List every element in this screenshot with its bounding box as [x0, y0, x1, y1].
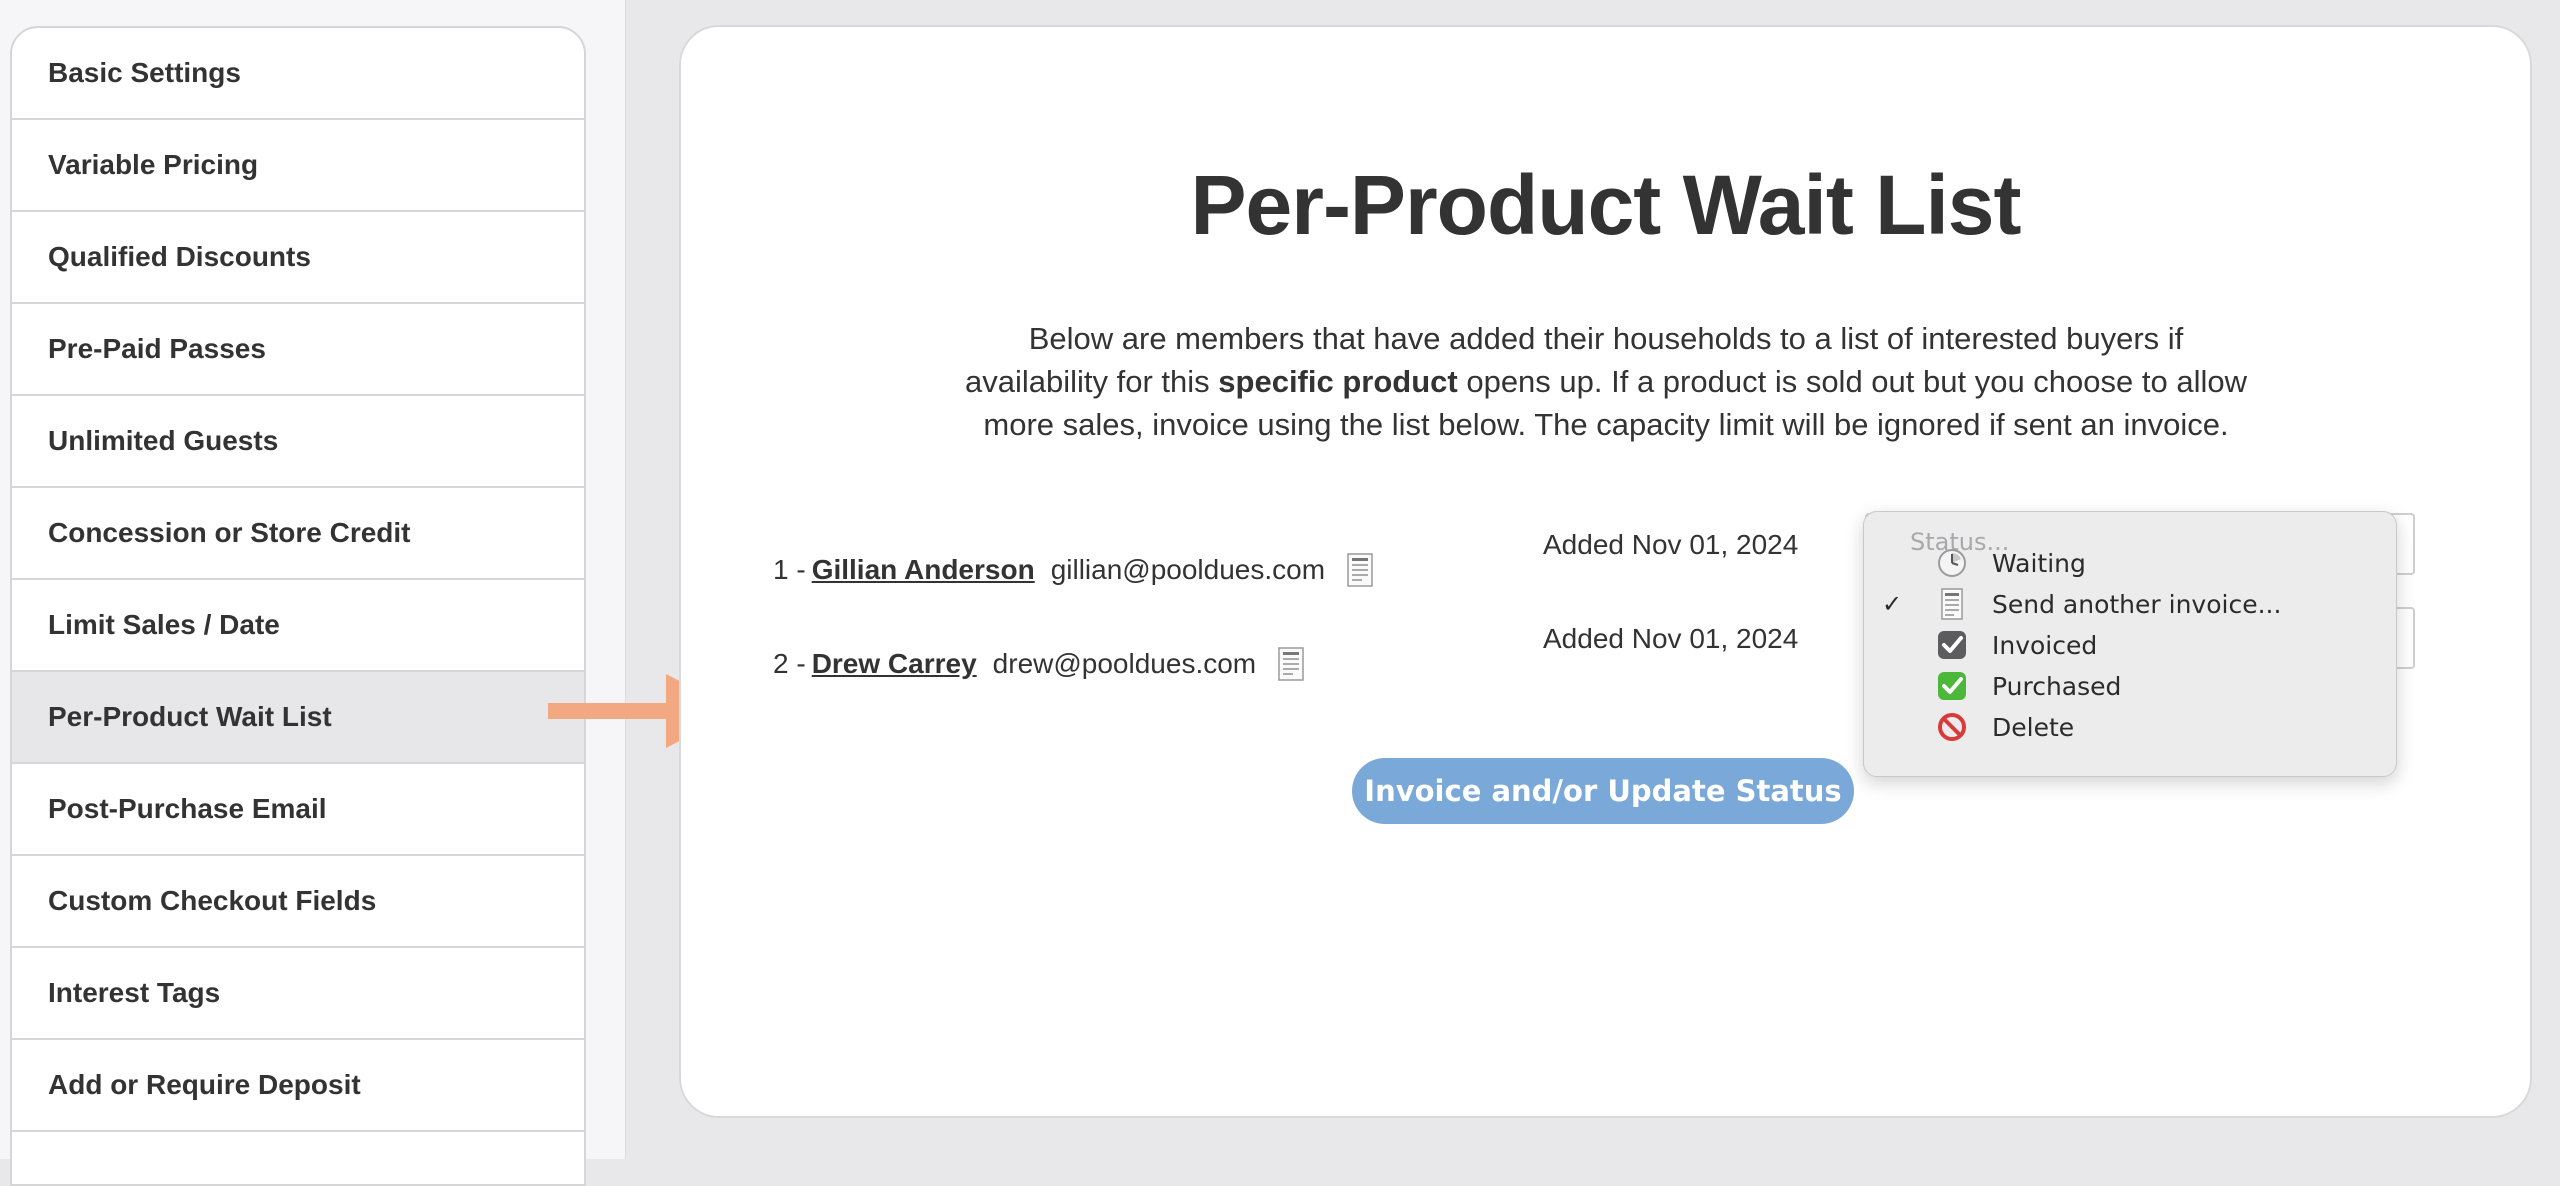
- sidebar-item-label: Limit Sales / Date: [48, 609, 280, 640]
- status-option-purchased[interactable]: Purchased: [1864, 666, 2396, 706]
- page-title: Per-Product Wait List: [1190, 158, 2022, 252]
- green-check-icon: [1938, 672, 1966, 700]
- receipt-icon: [1941, 588, 1963, 620]
- member-email: drew@pooldues.com: [992, 648, 1257, 679]
- sidebar-item-variable-pricing[interactable]: Variable Pricing: [12, 120, 584, 212]
- sidebar-item-qualified-discounts[interactable]: Qualified Discounts: [12, 212, 584, 304]
- sidebar-item-add-require-deposit[interactable]: Add or Require Deposit: [12, 1040, 584, 1132]
- status-option-waiting[interactable]: Waiting: [1864, 543, 2396, 583]
- invoice-update-status-button[interactable]: Invoice and/or Update Status: [1352, 758, 1854, 824]
- intro-emphasis: specific product: [1218, 364, 1458, 399]
- sidebar-item-label: Add or Require Deposit: [48, 1069, 361, 1100]
- sidebar-item-label: Unlimited Guests: [48, 425, 279, 456]
- member-name-link[interactable]: Drew Carrey: [812, 648, 977, 680]
- sidebar-item-label: Interest Tags: [48, 977, 221, 1008]
- status-option-delete[interactable]: Delete: [1864, 707, 2396, 747]
- sidebar-item-limit-sales-date[interactable]: Limit Sales / Date: [12, 580, 584, 672]
- checkmark-icon: ✓: [1882, 590, 1903, 618]
- status-option-send-another-invoice[interactable]: ✓ Send another invoice...: [1864, 584, 2396, 624]
- sidebar-item-label: Per-Product Wait List: [48, 701, 332, 732]
- receipt-icon: [1347, 553, 1373, 587]
- status-option-label: Send another invoice...: [1992, 589, 2282, 619]
- member-name-link[interactable]: Gillian Anderson: [812, 554, 1035, 586]
- intro-paragraph: Below are members that have added their …: [961, 317, 2251, 446]
- clock-icon: [1938, 549, 1966, 577]
- status-option-label: Purchased: [1992, 671, 2122, 701]
- status-option-label: Waiting: [1992, 548, 2086, 578]
- row-index: 2 -: [773, 648, 806, 679]
- sidebar-item-pre-paid-passes[interactable]: Pre-Paid Passes: [12, 304, 584, 396]
- sidebar-item-unlimited-guests[interactable]: Unlimited Guests: [12, 396, 584, 488]
- waitlist-row: 2 - Drew Carrey drew@pooldues.com: [773, 639, 1304, 689]
- sidebar-item-label: Custom Checkout Fields: [48, 885, 377, 916]
- status-option-invoiced[interactable]: Invoiced: [1864, 625, 2396, 665]
- sidebar-item-label: Basic Settings: [48, 57, 241, 88]
- added-date: Added Nov 01, 2024: [1543, 623, 1799, 654]
- sidebar-item-concession-store-credit[interactable]: Concession or Store Credit: [12, 488, 584, 580]
- waitlist-row: 1 - Gillian Anderson gillian@pooldues.co…: [773, 545, 1373, 595]
- row-index: 1 -: [773, 554, 806, 585]
- sidebar-item-label: Post-Purchase Email: [48, 793, 327, 824]
- sidebar-item-label: Pre-Paid Passes: [48, 333, 266, 364]
- status-option-label: Invoiced: [1992, 630, 2098, 660]
- sidebar-item-label: Variable Pricing: [48, 149, 259, 180]
- status-option-label: Delete: [1992, 712, 2075, 742]
- settings-sidebar: Basic Settings Variable Pricing Qualifie…: [10, 26, 586, 1186]
- receipt-icon: [1278, 647, 1304, 681]
- sidebar-item-per-product-wait-list[interactable]: Per-Product Wait List: [12, 672, 584, 764]
- member-email: gillian@pooldues.com: [1050, 554, 1326, 585]
- added-date: Added Nov 01, 2024: [1543, 529, 1799, 560]
- checkbox-checked-icon: [1938, 631, 1966, 659]
- sidebar-item-post-purchase-email[interactable]: Post-Purchase Email: [12, 764, 584, 856]
- sidebar-item-label: Concession or Store Credit: [48, 517, 411, 548]
- sidebar-item-custom-checkout-fields[interactable]: Custom Checkout Fields: [12, 856, 584, 948]
- sidebar-item-basic-settings[interactable]: Basic Settings: [12, 28, 584, 120]
- status-dropdown-menu: Status... Waiting ✓ Send another invoice…: [1863, 511, 2397, 777]
- sidebar-item-interest-tags[interactable]: Interest Tags: [12, 948, 584, 1040]
- sidebar-item-label: Qualified Discounts: [48, 241, 311, 272]
- prohibited-icon: [1938, 713, 1966, 741]
